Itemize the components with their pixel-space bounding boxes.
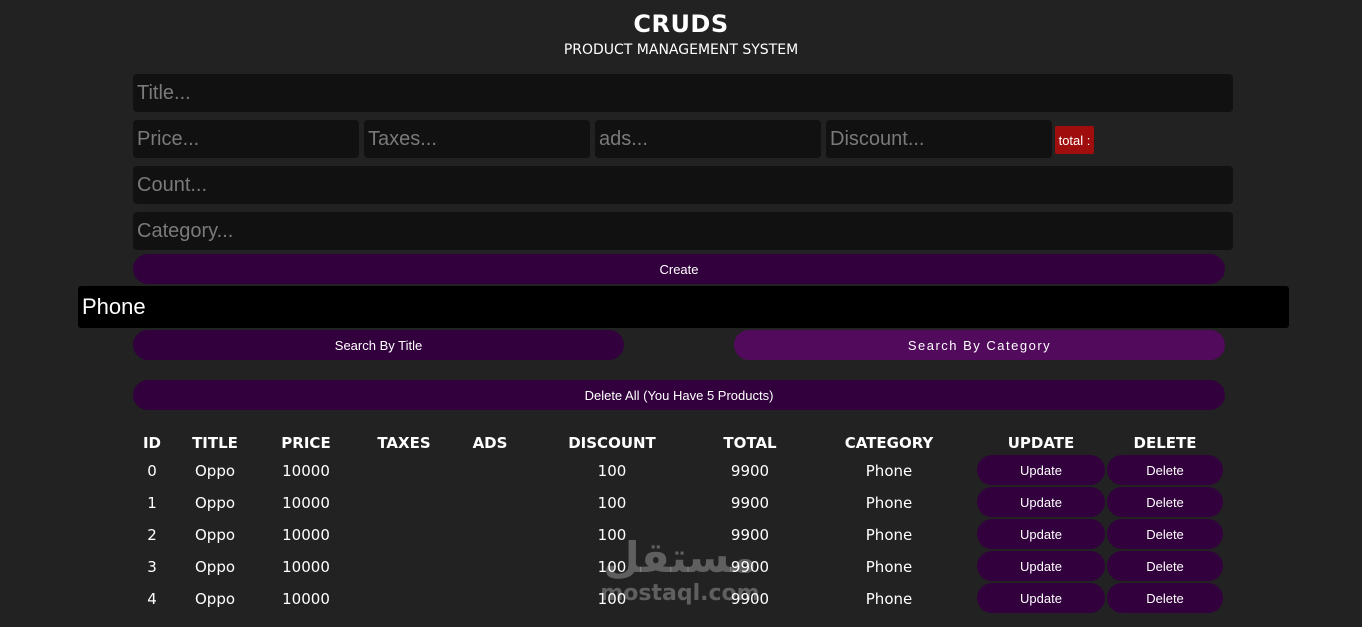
delete-button[interactable]: Delete xyxy=(1107,551,1223,581)
title-input[interactable] xyxy=(133,74,1233,112)
page-subtitle: PRODUCT MANAGEMENT SYSTEM xyxy=(563,42,799,58)
header-taxes: TAXES xyxy=(377,434,431,452)
count-input[interactable] xyxy=(133,166,1233,204)
cell-title: Oppo xyxy=(194,526,236,544)
header-discount: DISCOUNT xyxy=(568,434,656,452)
ads-input[interactable] xyxy=(595,120,821,158)
update-button[interactable]: Update xyxy=(977,455,1105,485)
header-title: TITLE xyxy=(192,434,238,452)
header-ads: ADS xyxy=(472,434,508,452)
update-button[interactable]: Update xyxy=(977,519,1105,549)
cell-title: Oppo xyxy=(194,558,236,576)
cell-title: Oppo xyxy=(194,494,236,512)
cell-total: 9900 xyxy=(730,590,770,608)
cell-category: Phone xyxy=(865,526,913,544)
cell-price: 10000 xyxy=(282,494,330,512)
cell-discount: 100 xyxy=(597,526,627,544)
cell-price: 10000 xyxy=(282,462,330,480)
cell-discount: 100 xyxy=(597,494,627,512)
cell-total: 9900 xyxy=(730,462,770,480)
cell-id: 0 xyxy=(147,462,157,480)
search-input[interactable] xyxy=(78,286,1289,328)
cell-discount: 100 xyxy=(597,590,627,608)
cell-total: 9900 xyxy=(730,526,770,544)
create-button[interactable]: Create xyxy=(133,254,1225,284)
update-button[interactable]: Update xyxy=(977,551,1105,581)
cell-category: Phone xyxy=(865,590,913,608)
cell-price: 10000 xyxy=(282,558,330,576)
search-by-title-button[interactable]: Search By Title xyxy=(133,330,624,360)
discount-input[interactable] xyxy=(826,120,1052,158)
header-delete: DELETE xyxy=(1133,434,1197,452)
header-total: TOTAL xyxy=(723,434,777,452)
cell-price: 10000 xyxy=(282,590,330,608)
delete-button[interactable]: Delete xyxy=(1107,487,1223,517)
cell-total: 9900 xyxy=(730,494,770,512)
header-id: ID xyxy=(142,434,162,452)
cell-title: Oppo xyxy=(194,462,236,480)
cell-total: 9900 xyxy=(730,558,770,576)
cell-id: 2 xyxy=(147,526,157,544)
cell-category: Phone xyxy=(865,558,913,576)
update-button[interactable]: Update xyxy=(977,583,1105,613)
page-title: CRUDS xyxy=(633,10,729,38)
price-input[interactable] xyxy=(133,120,359,158)
cell-discount: 100 xyxy=(597,462,627,480)
delete-button[interactable]: Delete xyxy=(1107,583,1223,613)
cell-price: 10000 xyxy=(282,526,330,544)
header-category: CATEGORY xyxy=(844,434,934,452)
cell-category: Phone xyxy=(865,494,913,512)
header-price: PRICE xyxy=(281,434,331,452)
category-input[interactable] xyxy=(133,212,1233,250)
cell-category: Phone xyxy=(865,462,913,480)
delete-button[interactable]: Delete xyxy=(1107,519,1223,549)
header-update: UPDATE xyxy=(1007,434,1075,452)
cell-id: 4 xyxy=(147,590,157,608)
cell-title: Oppo xyxy=(194,590,236,608)
cell-discount: 100 xyxy=(597,558,627,576)
search-by-category-button[interactable]: Search By Category xyxy=(734,330,1225,360)
cell-id: 1 xyxy=(147,494,157,512)
delete-button[interactable]: Delete xyxy=(1107,455,1223,485)
update-button[interactable]: Update xyxy=(977,487,1105,517)
total-badge: total : xyxy=(1055,126,1094,154)
cell-id: 3 xyxy=(147,558,157,576)
delete-all-button[interactable]: Delete All (You Have 5 Products) xyxy=(133,380,1225,410)
taxes-input[interactable] xyxy=(364,120,590,158)
